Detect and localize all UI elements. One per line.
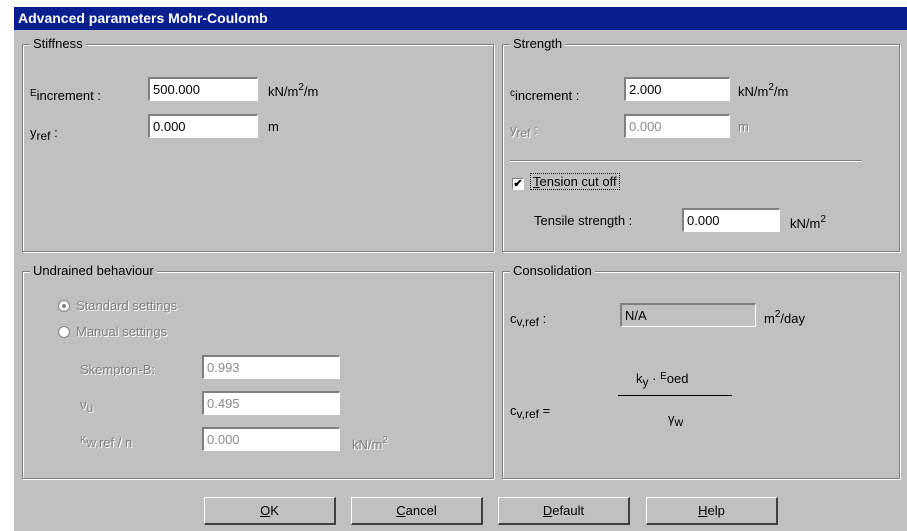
consolidation-group: Consolidation cv,ref : m2/day cv,ref = k…	[502, 263, 900, 479]
cv-ref-unit: m2/day	[764, 309, 805, 326]
formula-lhs: cv,ref =	[510, 403, 551, 421]
stiffness-legend: Stiffness	[30, 36, 86, 52]
nu-u-input[interactable]	[202, 391, 340, 415]
y-ref-unit: m	[268, 119, 279, 134]
formula-numerator: ky · Eoed	[636, 371, 689, 389]
y-ref-label: yref :	[30, 125, 58, 143]
nu-u-label: νu	[80, 397, 94, 415]
undrained-legend: Undrained behaviour	[30, 263, 157, 279]
e-increment-unit: kN/m2/m	[268, 82, 319, 99]
k-w-ref-input[interactable]	[202, 427, 340, 451]
standard-settings-label: Standard settings	[76, 298, 178, 313]
strength-y-ref-label: yref :	[510, 122, 538, 140]
k-w-ref-unit: kN/m2	[352, 435, 388, 452]
skempton-input[interactable]	[202, 355, 340, 379]
ok-button[interactable]: OK	[204, 497, 336, 525]
e-increment-label: Eincrement :	[30, 88, 101, 103]
c-increment-label: cincrement :	[510, 88, 580, 103]
dialog-window: Advanced parameters Mohr-Coulomb Stiffne…	[13, 6, 907, 531]
consolidation-legend: Consolidation	[510, 263, 595, 279]
strength-separator	[510, 160, 862, 162]
default-button[interactable]: Default	[498, 497, 630, 525]
tensile-strength-label: Tensile strength :	[534, 213, 633, 228]
manual-settings-radio[interactable]	[58, 326, 70, 338]
e-increment-input[interactable]	[148, 77, 258, 101]
tensile-strength-input[interactable]	[682, 208, 780, 232]
tension-cut-off-label[interactable]: Tension cut off	[530, 173, 620, 190]
title-bar[interactable]: Advanced parameters Mohr-Coulomb	[14, 7, 907, 30]
undrained-group: Undrained behaviour Standard settings Ma…	[22, 263, 494, 479]
c-increment-unit: kN/m2/m	[738, 82, 789, 99]
cv-ref-input	[620, 303, 756, 327]
formula-fraction-line	[618, 395, 732, 396]
strength-group: Strength cincrement : kN/m2/m yref : m ✔…	[502, 36, 900, 252]
help-button[interactable]: Help	[646, 497, 778, 525]
stiffness-group: Stiffness Eincrement : kN/m2/m yref : m	[22, 36, 494, 252]
strength-y-ref-input[interactable]	[624, 114, 730, 138]
strength-y-ref-unit: m	[738, 119, 749, 134]
cv-ref-label: cv,ref :	[510, 311, 547, 329]
y-ref-input[interactable]	[148, 114, 258, 138]
tension-cut-off-checkbox[interactable]: ✔	[512, 178, 524, 190]
window-title: Advanced parameters Mohr-Coulomb	[18, 10, 268, 26]
k-w-ref-label: Kw,ref / n	[80, 435, 133, 450]
skempton-label: Skempton-B:	[80, 362, 156, 377]
manual-settings-label: Manual settings	[76, 324, 168, 339]
strength-legend: Strength	[510, 36, 566, 52]
cancel-button[interactable]: Cancel	[351, 497, 483, 525]
standard-settings-radio[interactable]	[58, 300, 70, 312]
formula-denominator: γw	[668, 411, 684, 429]
tensile-strength-unit: kN/m2	[790, 214, 826, 231]
c-increment-input[interactable]	[624, 77, 730, 101]
